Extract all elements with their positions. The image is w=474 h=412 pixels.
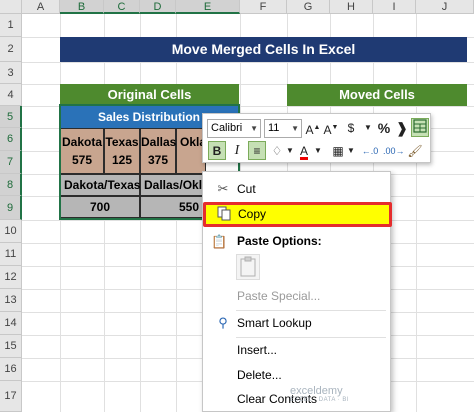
chevron-down-icon[interactable]: ▼ — [313, 142, 323, 160]
chevron-down-icon: ▼ — [250, 124, 258, 133]
row-header-6[interactable]: 6 — [0, 128, 22, 151]
menu-item-label: Paste Special... — [237, 289, 321, 303]
menu-item-insert[interactable]: Insert... — [204, 339, 390, 361]
font-size-value: 11 — [268, 122, 280, 134]
menu-item-delete[interactable]: Delete... — [204, 364, 390, 386]
row-header-12[interactable]: 12 — [0, 266, 22, 289]
font-name-value: Calibri — [211, 122, 243, 134]
clipboard-icon — [240, 256, 256, 277]
row-header-9[interactable]: 9 — [0, 196, 22, 220]
menu-item-copy[interactable]: Copy — [203, 202, 392, 227]
table-grid-icon — [413, 119, 427, 133]
column-header-d[interactable]: D — [140, 0, 176, 14]
column-header-j[interactable]: J — [416, 0, 474, 14]
currency-icon[interactable]: $ — [342, 119, 360, 137]
menu-item-label: Cut — [237, 182, 256, 196]
select-all-corner[interactable] — [0, 0, 22, 14]
decrease-font-icon[interactable]: A▼ — [323, 119, 339, 137]
column-header-c[interactable]: C — [104, 0, 140, 14]
italic-button[interactable]: I — [229, 142, 245, 160]
menu-item-label: Delete... — [237, 368, 282, 382]
column-header-b[interactable]: B — [60, 0, 104, 14]
increase-font-icon[interactable]: A▲ — [305, 119, 321, 137]
align-center-icon[interactable]: ≡ — [248, 141, 266, 160]
row-header-3[interactable]: 3 — [0, 62, 22, 84]
moved-cells-header: Moved Cells — [287, 84, 467, 106]
chevron-down-icon[interactable]: ▼ — [285, 142, 295, 160]
mini-toolbar: Calibri ▼ 11 ▼ A▲ A▼ $ ▼ % ❱ B I ≡ ♢ ▼ A… — [202, 113, 431, 163]
column-header-h[interactable]: H — [330, 0, 373, 14]
menu-item-label: Insert... — [237, 343, 278, 357]
column-header-g[interactable]: G — [287, 0, 330, 14]
row-header-10[interactable]: 10 — [0, 220, 22, 243]
bold-button[interactable]: B — [208, 141, 226, 160]
percent-icon[interactable]: % — [375, 119, 393, 137]
menu-separator — [236, 337, 386, 338]
font-color-icon[interactable]: A — [296, 142, 312, 160]
increase-decimal-icon[interactable]: ←.0 — [360, 142, 380, 160]
row-header-4[interactable]: 4 — [0, 84, 22, 106]
paste-option-tile[interactable] — [236, 254, 260, 280]
row-header-17[interactable]: 17 — [0, 381, 22, 412]
row-header-16[interactable]: 16 — [0, 358, 22, 381]
column-header-f[interactable]: F — [240, 0, 287, 14]
row-header-7[interactable]: 7 — [0, 151, 22, 174]
original-cells-header: Original Cells — [60, 84, 239, 106]
menu-item-smart-lookup[interactable]: ⚲ Smart Lookup — [204, 312, 390, 334]
column-header-a[interactable]: A — [22, 0, 60, 14]
search-icon: ⚲ — [218, 315, 228, 330]
paste-options-text: Paste Options: — [237, 234, 322, 248]
context-menu: ✂ Cut Copy 📋 Paste Options: Paste Specia… — [202, 171, 392, 412]
row-header-8[interactable]: 8 — [0, 174, 22, 196]
format-painter-icon[interactable]: 🖌 — [406, 142, 424, 160]
menu-item-cut[interactable]: ✂ Cut — [204, 178, 390, 200]
row-header-2[interactable]: 2 — [0, 37, 22, 62]
watermark-tagline: EXCEL · DATA · BI — [290, 397, 350, 403]
row-header-5[interactable]: 5 — [0, 106, 22, 128]
menu-item-paste-special[interactable]: Paste Special... — [204, 285, 390, 307]
menu-separator — [236, 310, 386, 311]
row-header-1[interactable]: 1 — [0, 14, 22, 37]
borders-icon[interactable]: ▦ — [330, 142, 346, 160]
grid-line — [416, 14, 417, 412]
comma-style-icon[interactable]: ❱ — [395, 119, 409, 137]
column-header-i[interactable]: I — [373, 0, 416, 14]
scissors-icon: ✂ — [217, 181, 229, 196]
row-header-15[interactable]: 15 — [0, 335, 22, 358]
copy-icon — [215, 205, 233, 223]
font-name-box[interactable]: Calibri ▼ — [207, 119, 261, 138]
paste-options-label: 📋 Paste Options: — [211, 234, 322, 249]
sheet-title: Move Merged Cells In Excel — [60, 37, 467, 62]
column-header-e[interactable]: E — [176, 0, 240, 14]
grid-line — [22, 62, 474, 63]
watermark: exceldemy EXCEL · DATA · BI — [290, 385, 349, 403]
clipboard-icon: 📋 — [211, 234, 228, 249]
row-header-14[interactable]: 14 — [0, 312, 22, 335]
row-header-11[interactable]: 11 — [0, 243, 22, 266]
row-header-13[interactable]: 13 — [0, 289, 22, 312]
menu-item-label: Smart Lookup — [237, 316, 312, 330]
font-size-box[interactable]: 11 ▼ — [264, 119, 302, 138]
menu-item-label: Copy — [238, 207, 267, 221]
format-painter-box-icon[interactable] — [411, 118, 429, 137]
chevron-down-icon[interactable]: ▼ — [346, 142, 356, 160]
chevron-down-icon[interactable]: ▼ — [361, 119, 375, 137]
fill-color-icon[interactable]: ♢ — [269, 142, 285, 160]
decrease-decimal-icon[interactable]: .00→ — [383, 142, 405, 160]
watermark-brand: exceldemy — [290, 385, 343, 397]
chevron-down-icon: ▼ — [291, 124, 299, 133]
